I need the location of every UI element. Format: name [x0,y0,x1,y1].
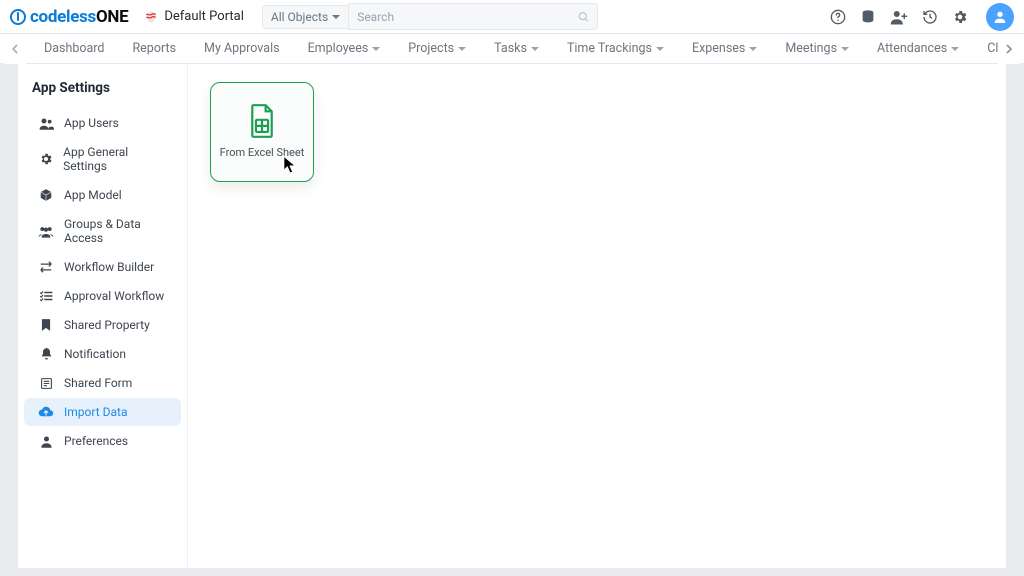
nav-item-label: Attendances [877,41,947,56]
sidebar-item-import-data[interactable]: Import Data [24,398,181,426]
object-selector[interactable]: All Objects [262,5,348,29]
chevron-down-icon [749,47,757,51]
user-add-icon[interactable] [890,9,908,25]
brand-logo[interactable]: codelessONE [10,7,128,27]
nav-scroll-right[interactable] [998,34,1020,64]
search-icon [577,10,590,23]
nav-item-time-trackings[interactable]: Time Trackings [553,34,678,64]
nav-item-label: My Approvals [204,41,280,56]
sidebar-title: App Settings [18,80,187,108]
help-icon[interactable] [830,9,846,25]
chevron-down-icon [531,47,539,51]
object-selector-label: All Objects [271,10,328,24]
card-label: From Excel Sheet [212,146,313,159]
sidebar-item-label: App Model [64,188,122,202]
sidebar-item-label: Import Data [64,405,128,419]
user-avatar[interactable] [986,3,1014,31]
chevron-down-icon [332,15,340,19]
nav-item-employees[interactable]: Employees [294,34,395,64]
sidebar-item-label: Preferences [64,434,128,448]
nav-item-label: Tasks [494,41,527,56]
sidebar-item-notification[interactable]: Notification [24,340,181,368]
sidebar-item-label: Groups & Data Access [64,217,169,245]
nav-item-expenses[interactable]: Expenses [678,34,771,64]
import-from-excel-card[interactable]: From Excel Sheet [210,82,314,182]
nav-item-attendances[interactable]: Attendances [863,34,973,64]
sidebar-item-label: Shared Property [64,318,150,332]
nav-item-meetings[interactable]: Meetings [771,34,863,64]
chevron-down-icon [841,47,849,51]
nav-item-dashboard[interactable]: Dashboard [30,34,118,64]
flow-icon [38,261,54,273]
sidebar-item-app-users[interactable]: App Users [24,109,181,137]
sidebar-item-label: App General Settings [63,145,169,173]
nav-item-label: Dashboard [44,41,104,56]
nav-item-projects[interactable]: Projects [394,34,480,64]
nav-item-tasks[interactable]: Tasks [480,34,553,64]
portal-selector[interactable]: Default Portal [144,9,244,24]
top-bar: codelessONE Default Portal All Objects [0,0,1024,34]
cloud-icon [38,406,54,418]
sidebar-item-preferences[interactable]: Preferences [24,427,181,455]
nav-item-label: Reports [132,41,176,56]
chevron-down-icon [951,47,959,51]
main-nav: Dashboard Reports My Approvals Employees Pro… [0,34,1024,64]
users-icon [38,117,54,130]
bell-icon [38,347,54,361]
cube-icon [38,188,54,202]
nav-item-clients[interactable]: Clients [973,34,998,64]
header-actions [830,3,1014,31]
portal-icon [144,10,158,24]
nav-scroll-left[interactable] [4,34,26,64]
nav-item-label: Projects [408,41,454,56]
chevron-down-icon [656,47,664,51]
sidebar-item-label: Notification [64,347,126,361]
history-icon[interactable] [922,9,938,25]
settings-sidebar: App Settings App Users App General Settin… [18,64,188,568]
nav-item-label: Time Trackings [567,41,652,56]
person-icon [38,435,54,448]
nav-item-label: Employees [308,41,369,56]
search-group: All Objects [262,3,598,30]
sidebar-item-workflow-builder[interactable]: Workflow Builder [24,253,181,281]
sidebar-item-approval-workflow[interactable]: Approval Workflow [24,282,181,310]
sidebar-item-shared-form[interactable]: Shared Form [24,369,181,397]
bookmark-icon [38,318,54,332]
brand-logo-icon [10,9,26,25]
brand-text-2: ONE [96,7,128,27]
chevron-down-icon [372,47,380,51]
sidebar-item-shared-property[interactable]: Shared Property [24,311,181,339]
database-icon[interactable] [860,9,876,25]
search-input[interactable] [348,3,598,30]
form-icon [38,377,54,390]
nav-item-reports[interactable]: Reports [118,34,190,64]
sidebar-item-label: App Users [64,116,119,130]
sidebar-item-app-general-settings[interactable]: App General Settings [24,138,181,180]
sidebar-item-label: Shared Form [64,376,132,390]
group-icon [38,225,54,238]
content-area: From Excel Sheet [188,64,1006,568]
nav-item-label: Expenses [692,41,745,56]
sidebar-item-app-model[interactable]: App Model [24,181,181,209]
sidebar-item-label: Workflow Builder [64,260,154,274]
checklist-icon [38,290,54,302]
chevron-down-icon [458,47,466,51]
portal-label: Default Portal [164,9,244,24]
nav-item-label: Meetings [785,41,837,56]
nav-item-my-approvals[interactable]: My Approvals [190,34,294,64]
brand-text-1: codeless [30,7,96,27]
gear-icon [38,152,53,166]
excel-file-icon [247,104,277,138]
settings-icon[interactable] [952,9,968,25]
sidebar-item-groups-data-access[interactable]: Groups & Data Access [24,210,181,252]
nav-item-label: Clients [987,41,998,56]
sidebar-item-label: Approval Workflow [64,289,164,303]
